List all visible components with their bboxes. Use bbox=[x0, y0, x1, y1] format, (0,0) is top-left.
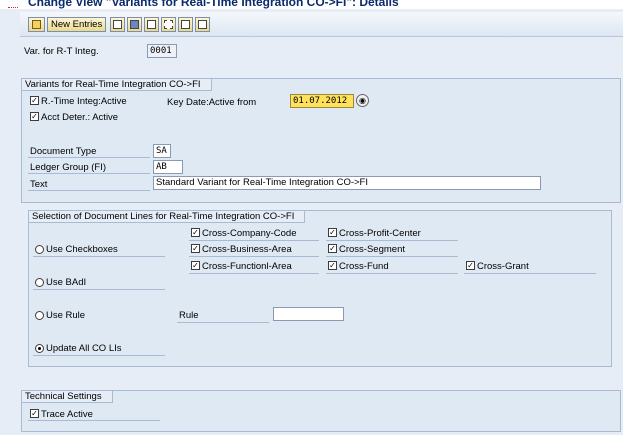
cross-business-area-underline bbox=[189, 256, 319, 257]
cross-fund-label: Cross-Fund bbox=[339, 261, 389, 272]
ledger-group-field[interactable]: AB bbox=[153, 160, 183, 174]
cross-fund-underline bbox=[326, 273, 458, 274]
text-label: Text bbox=[30, 179, 48, 190]
use-badi-radio[interactable] bbox=[35, 278, 44, 287]
doc-type-field[interactable]: SA bbox=[153, 144, 171, 158]
transport-icon bbox=[198, 20, 207, 29]
deselect-icon bbox=[181, 20, 190, 29]
cross-company-code-checkbox[interactable]: ✓ bbox=[191, 228, 200, 237]
undo-icon bbox=[147, 20, 156, 29]
select-all-icon bbox=[164, 20, 173, 29]
copy-button[interactable] bbox=[110, 17, 125, 32]
application-toolbar: New Entries bbox=[20, 12, 623, 37]
doc-type-label: Document Type bbox=[30, 146, 97, 157]
error-marker bbox=[8, 7, 18, 8]
rt-integ-label: R.-Time Integ:Active bbox=[41, 96, 127, 107]
rule-field[interactable] bbox=[273, 307, 344, 321]
technical-settings-group: Technical Settings bbox=[21, 390, 621, 432]
cross-segment-underline bbox=[326, 256, 458, 257]
trace-active-label: Trace Active bbox=[41, 409, 93, 420]
cross-profit-center-label: Cross-Profit-Center bbox=[339, 228, 421, 239]
undo-button[interactable] bbox=[144, 17, 159, 32]
key-date-label: Key Date:Active from bbox=[167, 97, 257, 108]
new-entries-label: New Entries bbox=[51, 19, 103, 30]
save-button[interactable] bbox=[127, 17, 142, 32]
selection-group-title: Selection of Document Lines for Real-Tim… bbox=[29, 211, 306, 223]
use-checkboxes-underline bbox=[33, 256, 165, 257]
acct-deter-label: Acct Deter.: Active bbox=[41, 112, 119, 123]
transport-button[interactable] bbox=[195, 17, 210, 32]
use-rule-radio[interactable] bbox=[35, 311, 44, 320]
cross-grant-checkbox[interactable]: ✓ bbox=[466, 261, 475, 270]
rule-label: Rule bbox=[179, 310, 199, 321]
new-entries-button[interactable]: New Entries bbox=[47, 17, 107, 32]
window-title-bar: Change View "Variants for Real-Time Inte… bbox=[0, 0, 623, 9]
cross-functional-area-label: Cross-Functionl-Area bbox=[202, 261, 292, 272]
deselect-button[interactable] bbox=[178, 17, 193, 32]
update-all-underline bbox=[33, 355, 165, 356]
select-all-button[interactable] bbox=[161, 17, 176, 32]
doc-type-underline bbox=[28, 157, 150, 158]
cross-segment-checkbox[interactable]: ✓ bbox=[328, 244, 337, 253]
cross-grant-label: Cross-Grant bbox=[477, 261, 529, 272]
trace-active-checkbox[interactable]: ✓ bbox=[30, 409, 39, 418]
rt-integ-checkbox[interactable]: ✓ bbox=[30, 96, 39, 105]
display-change-button[interactable] bbox=[28, 17, 45, 32]
copy-icon bbox=[113, 20, 122, 29]
update-all-radio[interactable] bbox=[35, 344, 44, 353]
cross-business-area-checkbox[interactable]: ✓ bbox=[191, 244, 200, 253]
key-date-field[interactable]: 01.07.2012 bbox=[290, 94, 354, 108]
ledger-group-underline bbox=[28, 173, 150, 174]
use-checkboxes-radio[interactable] bbox=[35, 245, 44, 254]
trace-active-underline bbox=[28, 420, 160, 421]
cross-business-area-label: Cross-Business-Area bbox=[202, 244, 292, 255]
cross-profit-center-underline bbox=[326, 240, 458, 241]
cross-company-code-underline bbox=[189, 240, 319, 241]
text-field[interactable]: Standard Variant for Real-Time Integrati… bbox=[153, 176, 541, 190]
display-change-icon bbox=[32, 20, 41, 29]
acct-deter-checkbox[interactable]: ✓ bbox=[30, 112, 39, 121]
cross-fund-checkbox[interactable]: ✓ bbox=[328, 261, 337, 270]
window-title: Change View "Variants for Real-Time Inte… bbox=[28, 0, 399, 9]
cross-grant-underline bbox=[464, 273, 596, 274]
cross-profit-center-checkbox[interactable]: ✓ bbox=[328, 228, 337, 237]
rule-underline bbox=[177, 322, 269, 323]
text-underline bbox=[28, 190, 150, 191]
cross-segment-label: Cross-Segment bbox=[339, 244, 405, 255]
calendar-icon[interactable]: ◉ bbox=[356, 94, 369, 107]
variant-label: Var. for R-T Integ. bbox=[24, 46, 99, 57]
cross-functional-area-checkbox[interactable]: ✓ bbox=[191, 261, 200, 270]
use-badi-underline bbox=[33, 289, 165, 290]
use-checkboxes-label: Use Checkboxes bbox=[46, 244, 118, 255]
variant-field[interactable]: 0001 bbox=[147, 44, 177, 58]
cross-company-code-label: Cross-Company-Code bbox=[202, 228, 297, 239]
technical-settings-title: Technical Settings bbox=[22, 391, 113, 403]
use-badi-label: Use BAdI bbox=[46, 277, 87, 288]
variants-group-title: Variants for Real-Time Integration CO->F… bbox=[22, 79, 212, 91]
save-icon bbox=[130, 20, 139, 29]
update-all-label: Update All CO LIs bbox=[46, 343, 122, 354]
ledger-group-label: Ledger Group (FI) bbox=[30, 162, 107, 173]
cross-functional-area-underline bbox=[189, 273, 319, 274]
use-rule-label: Use Rule bbox=[46, 310, 86, 321]
